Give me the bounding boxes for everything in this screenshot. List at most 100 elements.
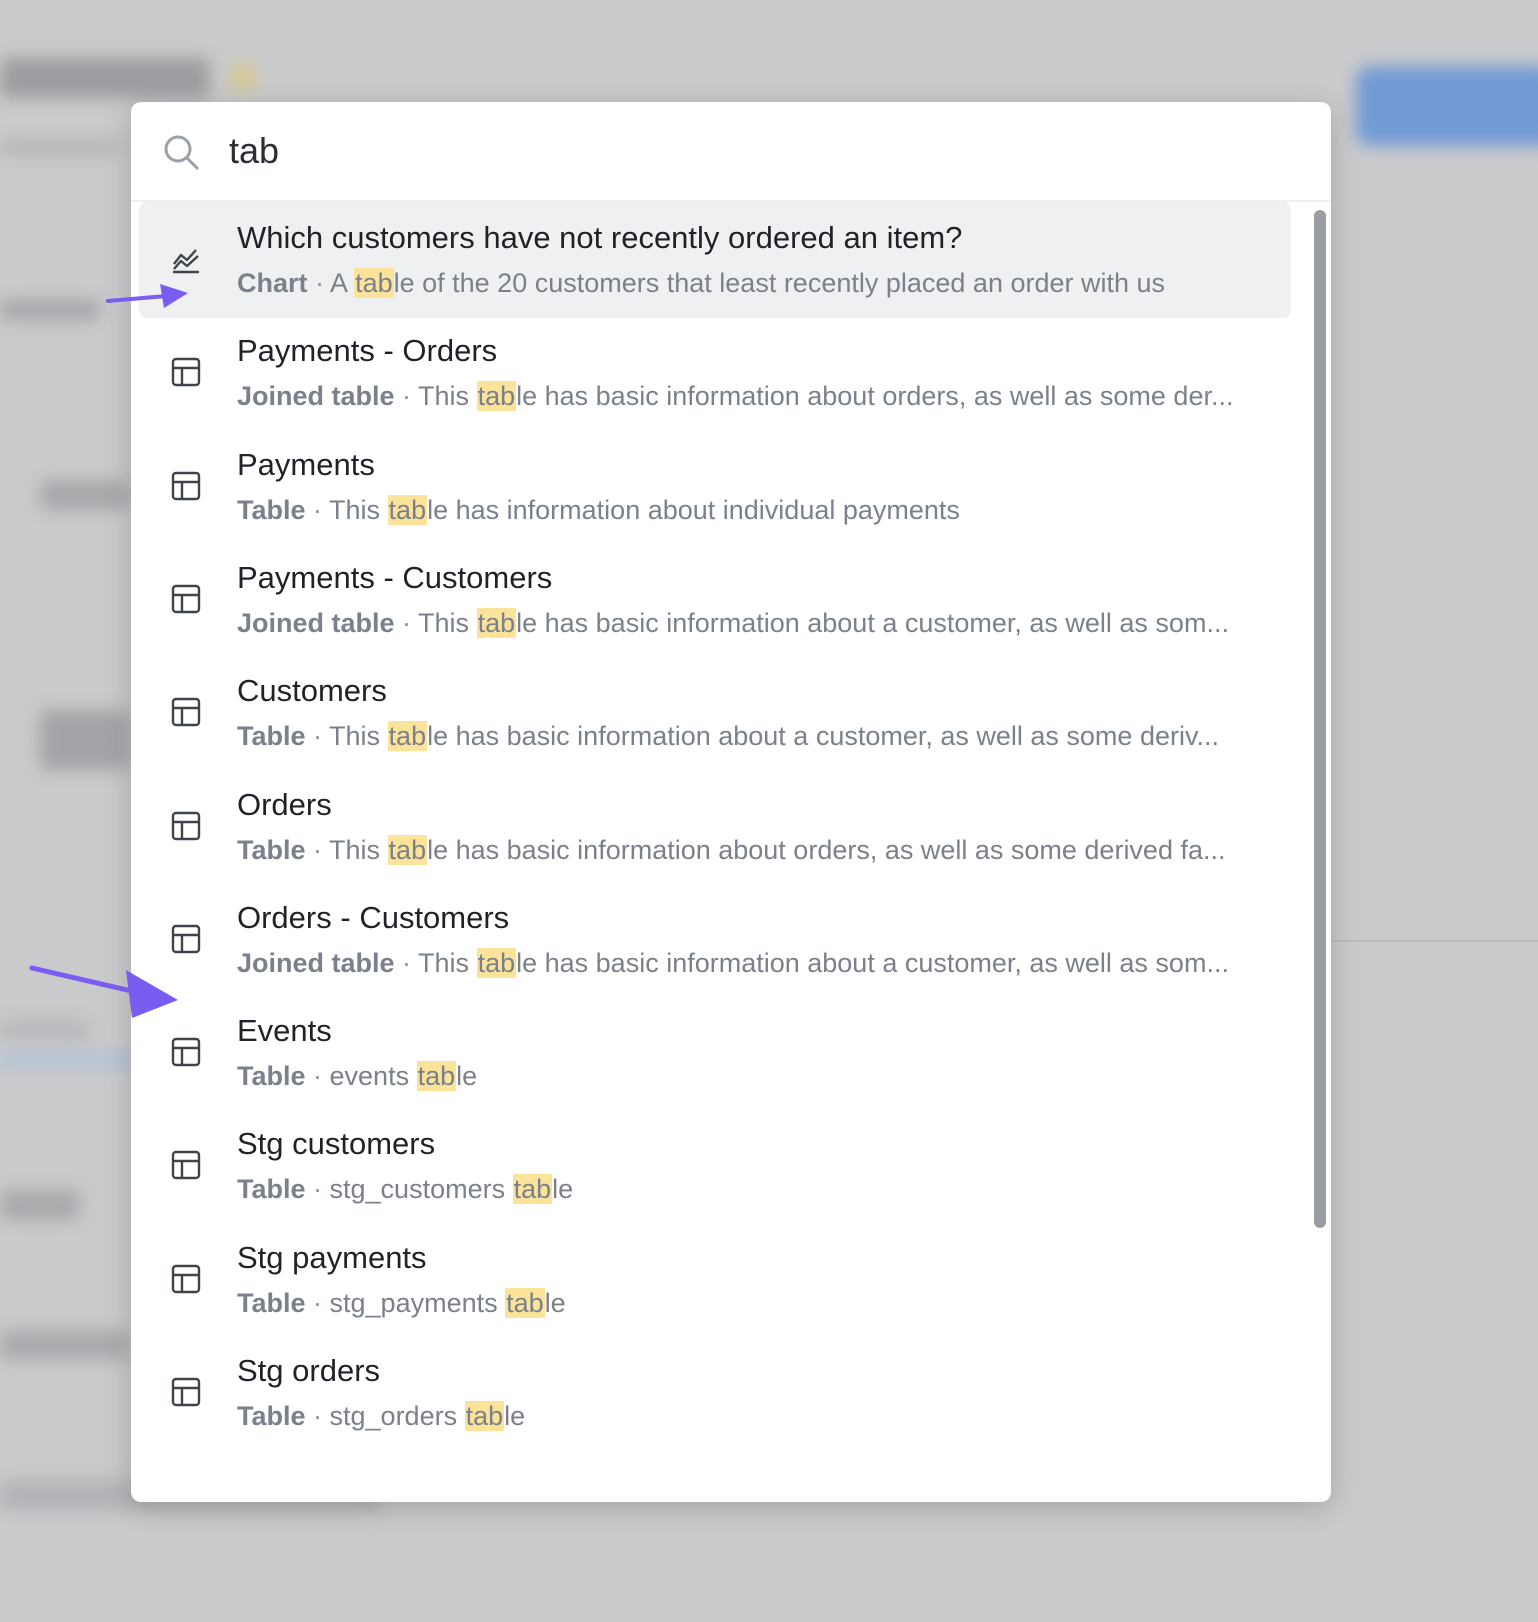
background-link <box>0 1055 140 1065</box>
search-icon <box>164 135 199 170</box>
search-result-item[interactable]: Customers Table · This table has basic in… <box>139 655 1291 771</box>
background-text <box>0 1330 130 1360</box>
search-result-item[interactable]: Payments - Orders Joined table · This tab… <box>139 315 1291 431</box>
result-type-label: Chart <box>237 268 308 298</box>
separator-dot: · <box>305 1287 330 1318</box>
table-icon <box>171 584 201 614</box>
result-description: Joined table · This table has basic info… <box>237 947 1277 979</box>
result-description-text: stg_payments <box>329 1287 506 1318</box>
search-result-item[interactable]: Orders - Customers Joined table · This ta… <box>139 882 1291 998</box>
result-description-text: le <box>544 1287 566 1318</box>
table-icon <box>171 358 201 387</box>
separator-dot: · <box>305 1401 330 1431</box>
separator-dot: · <box>307 268 331 298</box>
search-result-item[interactable]: Stg payments Table · stg_payments table <box>139 1222 1291 1338</box>
result-description: Table · This table has information about… <box>237 494 1277 526</box>
background-divider <box>1330 940 1538 942</box>
result-type-label: Joined table <box>237 607 395 638</box>
background-text <box>40 480 130 510</box>
result-title: Events <box>237 1013 332 1049</box>
result-title-part: Orders <box>237 786 332 822</box>
scrollbar[interactable] <box>1314 210 1326 1228</box>
search-match-highlight: tab <box>476 607 517 638</box>
search-match-highlight: tab <box>387 721 428 752</box>
result-title: Stg customers <box>237 1126 435 1162</box>
result-title-part: Customers <box>402 559 553 595</box>
result-title-part: Customers <box>359 899 510 935</box>
search-match-highlight: tab <box>476 381 517 412</box>
result-description: Table · stg_payments table <box>237 1287 1277 1319</box>
separator-dot: · <box>305 494 330 525</box>
search-result-item[interactable]: Orders Table · This table has basic infor… <box>139 769 1291 885</box>
result-description-text: le has information about individual paym… <box>427 494 960 525</box>
annotation-arrow-icon <box>106 284 188 308</box>
result-description-text: This <box>418 381 477 412</box>
result-title-part: Payments <box>237 333 375 369</box>
result-title-part: Stg orders <box>237 1353 381 1388</box>
search-match-highlight: tab <box>354 268 394 298</box>
background-text <box>0 300 100 320</box>
search-result-item[interactable]: Stg orders Table · stg_orders table <box>139 1335 1291 1451</box>
search-modal: Which customers have not recently ordere… <box>131 102 1331 1502</box>
result-description-text: stg_orders <box>329 1401 465 1431</box>
table-icon <box>171 811 201 840</box>
background-text <box>0 1190 80 1220</box>
search-result-item[interactable]: Events Table · events table <box>139 995 1291 1111</box>
result-title: Customers <box>237 673 387 709</box>
result-title-part: Events <box>237 1013 332 1049</box>
result-title: Payments - Customers <box>237 560 552 596</box>
result-description: Table · stg_customers table <box>237 1174 1277 1205</box>
result-title: Stg orders <box>237 1353 380 1389</box>
result-title-part: Payments <box>237 446 375 482</box>
result-description-text: le has basic information about a custome… <box>427 721 1219 752</box>
result-description: Joined table · This table has basic info… <box>237 607 1277 639</box>
result-description: Chart · A table of the 20 customers that… <box>237 268 1277 299</box>
separator-dot: · <box>394 381 419 412</box>
search-input[interactable] <box>229 126 1289 176</box>
search-result-item[interactable]: Which customers have not recently ordere… <box>139 202 1291 318</box>
result-description-text: This <box>329 834 388 865</box>
background-primary-button <box>1356 66 1538 146</box>
result-title: Which customers have not recently ordere… <box>237 220 962 256</box>
result-type-label: Table <box>237 1287 306 1318</box>
background-star-icon <box>228 62 258 92</box>
search-result-item[interactable]: Payments - Customers Joined table · This … <box>139 542 1291 658</box>
table-icon <box>171 1377 201 1407</box>
search-match-highlight: tab <box>476 947 517 978</box>
table-icon <box>171 1037 201 1067</box>
search-match-highlight: tab <box>387 834 428 865</box>
result-type-label: Table <box>237 1174 306 1205</box>
table-icon <box>171 1264 201 1293</box>
result-title: Stg payments <box>237 1240 427 1276</box>
background-page-title <box>0 58 210 98</box>
search-result-item[interactable]: Stg customers Table · stg_customers table <box>139 1108 1291 1224</box>
result-title-part: - <box>374 559 403 595</box>
result-description-text: le <box>552 1174 574 1205</box>
background-text <box>0 140 120 154</box>
result-title-part: Orders <box>402 333 498 369</box>
separator-dot: · <box>305 834 330 865</box>
result-description-text: le <box>456 1061 478 1092</box>
result-description-text: stg_customers <box>329 1174 513 1205</box>
result-title-part: Customers <box>237 673 387 709</box>
result-description-text: le has basic information about a custome… <box>516 607 1229 638</box>
result-type-label: Joined table <box>237 947 395 978</box>
table-icon <box>171 924 201 953</box>
search-bar <box>131 102 1331 202</box>
search-match-highlight: tab <box>512 1174 553 1205</box>
background-text <box>40 710 130 770</box>
search-match-highlight: tab <box>387 494 428 525</box>
results-list: Which customers have not recently ordere… <box>131 202 1331 1502</box>
separator-dot: · <box>394 607 419 638</box>
result-description-text: events <box>329 1061 417 1092</box>
search-match-highlight: tab <box>416 1061 457 1092</box>
result-description-text: This <box>329 494 388 525</box>
result-title-part: Which customers have not recently ordere… <box>237 220 963 255</box>
search-result-item[interactable]: Payments Table · This table has informati… <box>139 429 1291 545</box>
result-type-label: Table <box>237 834 306 865</box>
result-description-text: le <box>504 1401 526 1431</box>
result-description-text: le has basic information about orders, a… <box>427 834 1226 865</box>
result-description-text: This <box>418 947 477 978</box>
result-title-part: Stg customers <box>237 1126 436 1162</box>
result-title-part: - <box>331 899 360 935</box>
